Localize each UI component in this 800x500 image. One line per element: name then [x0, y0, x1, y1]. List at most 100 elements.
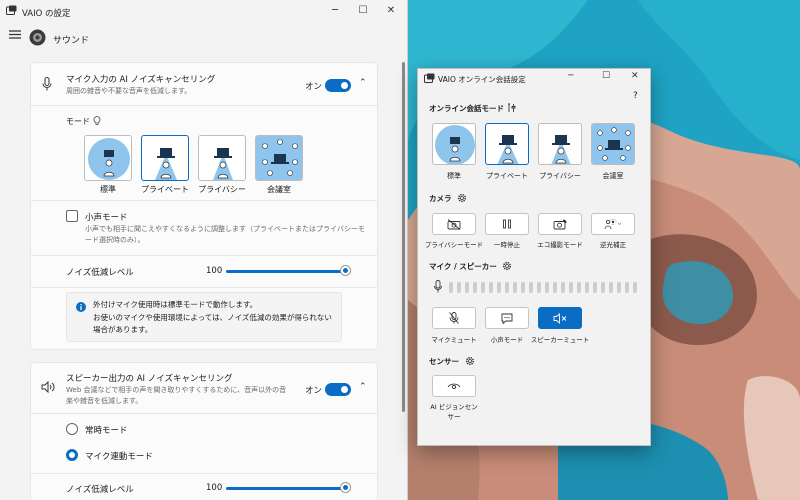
gear-icon[interactable]: [465, 356, 475, 366]
mic-nc-subtitle: 周囲の雑音や不要な音声を低減します。: [66, 87, 192, 95]
dialog-app-icon: [424, 73, 435, 83]
mic-mute-label: マイクミュート: [431, 336, 477, 344]
collapse-chevron-icon[interactable]: ⌃: [359, 78, 367, 88]
level-segment: [489, 282, 493, 293]
level-segment: [545, 282, 549, 293]
level-segment: [465, 282, 469, 293]
camera-eco-mode-label: エコ撮影モード: [537, 241, 583, 249]
mic-nc-toggle[interactable]: [325, 79, 351, 92]
app-icon: [6, 5, 17, 15]
vaio-settings-window: VAIO の設定 ─ ☐ ✕ サウンド マイク入力の AI ノイズキャンセリング…: [0, 0, 408, 500]
speaker-mute-icon: [553, 312, 567, 324]
mic-nc-card: マイク入力の AI ノイズキャンセリング 周囲の雑音や不要な音声を低減します。 …: [30, 62, 378, 106]
level-segment: [561, 282, 565, 293]
level-segment: [537, 282, 541, 293]
level-segment: [569, 282, 573, 293]
dialog-mode-label-conference: 会議室: [602, 172, 624, 180]
always-mode-radio[interactable]: [66, 423, 78, 435]
maximize-button[interactable]: ☐: [350, 0, 376, 20]
eco-camera-icon: [553, 219, 567, 230]
dialog-mode-privacy[interactable]: [538, 123, 582, 165]
speaker-nc-title: スピーカー出力の AI ノイズキャンセリング: [66, 374, 233, 384]
camera-privacy-mode-button[interactable]: [432, 213, 476, 235]
level-segment: [601, 282, 605, 293]
mic-noise-slider-track: [226, 269, 346, 273]
section-camera-title-text: カメラ: [429, 194, 452, 203]
dialog-title: VAIO オンライン会話設定: [438, 75, 526, 84]
mic-noise-slider-thumb[interactable]: [341, 266, 350, 275]
info-line-1: 外付けマイク使用時は標準モードで動作します。: [93, 300, 258, 309]
mic-noise-level-panel: ノイズ低減レベル 100: [30, 256, 378, 288]
camera-eco-mode-button[interactable]: [538, 213, 582, 235]
mode-label-conference: 会議室: [267, 185, 291, 194]
speaker-noise-level-label: ノイズ低減レベル: [66, 485, 134, 495]
window-title: VAIO の設定: [22, 9, 71, 19]
mic-noise-level-label: ノイズ低減レベル: [66, 268, 134, 278]
linked-mode-radio[interactable]: [66, 449, 78, 461]
level-segment: [457, 282, 461, 293]
gear-icon[interactable]: [502, 261, 512, 271]
quiet-mode-label: 小声モード: [490, 336, 524, 344]
dialog-mode-label-standard: 標準: [447, 172, 461, 180]
eye-icon: [447, 382, 461, 390]
ai-vision-sensor-label: AI ビジョンセンサー: [430, 403, 478, 421]
camera-pause-label: 一時停止: [494, 241, 520, 249]
level-segment: [449, 282, 453, 293]
quiet-mode-button[interactable]: [485, 307, 529, 329]
speaker-noise-slider-thumb[interactable]: [341, 483, 350, 492]
ai-vision-sensor-button[interactable]: [432, 375, 476, 397]
dialog-maximize-button[interactable]: ☐: [602, 71, 610, 81]
dialog-close-button[interactable]: ✕: [631, 71, 639, 81]
speaker-noise-level-panel: ノイズ低減レベル 100: [30, 474, 378, 500]
dialog-mode-label-privacy: プライバシー: [539, 172, 581, 180]
level-segment: [521, 282, 525, 293]
speaker-nc-toggle-label: オン: [305, 386, 323, 396]
level-segment: [617, 282, 621, 293]
quiet-mode-panel: 小声モード 小声でも相手に聞こえやすくなるように調整します（プライベートまたはプ…: [30, 201, 378, 256]
online-conversation-dialog: VAIO オンライン会話設定 ─ ☐ ✕ ? オンライン会話モード 標準 プライ…: [417, 68, 651, 446]
speaker-icon: [41, 381, 55, 393]
scrollbar[interactable]: [402, 62, 405, 412]
camera-pause-button[interactable]: [485, 213, 529, 235]
level-segment: [553, 282, 557, 293]
speech-bubble-icon: [501, 313, 513, 324]
close-button[interactable]: ✕: [378, 0, 404, 20]
mode-label: モード: [66, 116, 101, 127]
level-segment: [529, 282, 533, 293]
help-button[interactable]: ?: [633, 91, 638, 101]
mic-nc-toggle-label: オン: [305, 82, 323, 92]
mic-noise-slider[interactable]: [226, 265, 351, 277]
speaker-nc-toggle[interactable]: [325, 383, 351, 396]
section-mode-title-text: オンライン会話モード: [429, 104, 504, 113]
dialog-minimize-button[interactable]: ─: [568, 71, 573, 81]
dialog-mode-conference[interactable]: [591, 123, 635, 165]
camera-backlight-label: 逆光補正: [600, 241, 626, 249]
section-mode-title: オンライン会話モード: [429, 103, 516, 114]
camera-backlight-button[interactable]: [591, 213, 635, 235]
mode-tile-private[interactable]: [141, 135, 189, 181]
level-segment: [473, 282, 477, 293]
mode-tile-privacy[interactable]: [198, 135, 246, 181]
speaker-noise-slider[interactable]: [226, 482, 351, 494]
minimize-button[interactable]: ─: [322, 0, 348, 20]
mode-label-privacy: プライバシー: [198, 185, 246, 194]
section-sensor-title-text: センサー: [429, 357, 459, 366]
dialog-mode-private[interactable]: [485, 123, 529, 165]
mode-tile-conference[interactable]: [255, 135, 303, 181]
mode-tile-standard[interactable]: [84, 135, 132, 181]
camera-off-icon: [447, 218, 461, 230]
hamburger-menu-icon[interactable]: [9, 30, 21, 39]
level-segment: [513, 282, 517, 293]
dialog-mode-standard[interactable]: [432, 123, 476, 165]
speaker-mute-label: スピーカーミュート: [530, 336, 590, 344]
gear-icon[interactable]: [457, 193, 467, 203]
speaker-mute-button[interactable]: [538, 307, 582, 329]
pause-icon: [502, 219, 512, 229]
camera-privacy-mode-label: プライバシーモード: [424, 241, 484, 249]
mic-nc-title: マイク入力の AI ノイズキャンセリング: [66, 75, 216, 85]
quiet-mode-checkbox[interactable]: [66, 210, 78, 222]
collapse-chevron-icon[interactable]: ⌃: [359, 382, 367, 392]
quiet-mode-title: 小声モード: [85, 213, 128, 223]
mic-mute-button[interactable]: [432, 307, 476, 329]
mic-noise-level-value: 100: [206, 266, 223, 276]
